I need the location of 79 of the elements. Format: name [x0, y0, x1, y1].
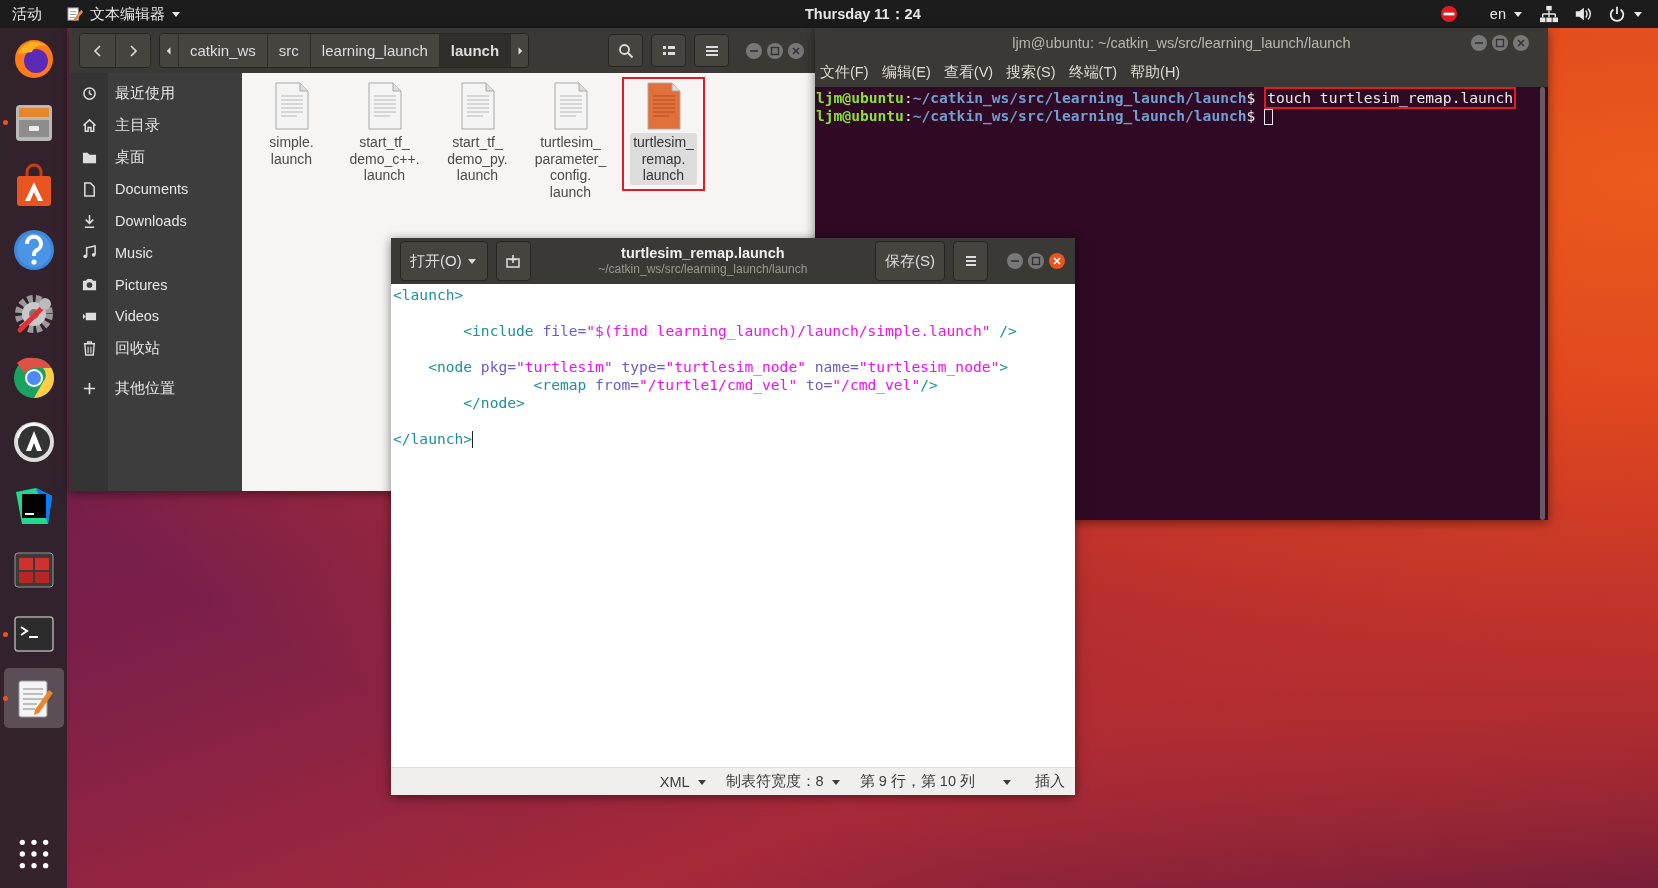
menu-item[interactable]: 编辑(E) [881, 63, 931, 82]
download-icon [82, 213, 97, 229]
menu-button[interactable] [694, 34, 729, 67]
file-path: ~/catkin_ws/src/learning_launch/launch [598, 261, 808, 277]
file-item[interactable]: turtlesim_ remap. launch [622, 77, 705, 191]
search-icon [617, 42, 634, 59]
home-icon [82, 118, 97, 134]
sidebar-item[interactable]: 其他位置 [69, 372, 242, 404]
code-line: <remap from="/turtle1/cmd_vel" to="/cmd_vel"/> [532, 376, 939, 394]
open-button[interactable]: 打开(O) [400, 241, 488, 281]
terminal-line: ljm@ubuntu:~/catkin_ws/src/learning_launch/launch$ touch turtlesim_remap.launch [816, 89, 1548, 107]
search-button[interactable] [608, 34, 643, 67]
code-line: </launch> [393, 430, 475, 448]
sidebar-item[interactable]: 主目录 [69, 109, 242, 142]
language-selector[interactable]: XML [659, 773, 708, 790]
document-add-icon [505, 253, 522, 269]
sidebar-item[interactable]: Documents [69, 173, 242, 206]
no-entry-icon[interactable] [1439, 5, 1458, 23]
path-segment[interactable]: launch [438, 34, 511, 67]
view-options-button[interactable] [651, 34, 686, 67]
minimize-button[interactable] [1006, 252, 1024, 270]
file-name: simple. launch [268, 133, 315, 168]
file-item[interactable]: simple. launch [245, 77, 338, 174]
power-icon[interactable] [1608, 5, 1626, 23]
file-item[interactable]: start_tf_ demo_py. launch [431, 77, 524, 191]
menu-item[interactable]: 搜索(S) [1006, 63, 1056, 82]
save-button[interactable]: 保存(S) [875, 241, 945, 281]
file-item[interactable]: turtlesim_ parameter_ config. launch [524, 77, 617, 207]
maximize-button[interactable] [766, 41, 784, 60]
window-title: turtlesim_remap.launch [621, 245, 785, 261]
volume-icon[interactable] [1574, 5, 1592, 23]
document-icon [82, 181, 97, 197]
language-indicator[interactable]: en [1489, 6, 1506, 22]
notepad-icon[interactable] [3, 668, 64, 728]
clock-icon [82, 86, 97, 102]
maximize-button[interactable] [1491, 34, 1509, 52]
code-line: <node pkg="turtlesim" type="turtlesim_node" name="turtlesim_node"> [427, 358, 1010, 376]
activities-button[interactable]: 活动 [12, 4, 42, 24]
sidebar-item[interactable]: Downloads [69, 205, 242, 237]
sidebar-item[interactable]: 回收站 [69, 332, 242, 365]
scrollbar[interactable] [1540, 87, 1545, 520]
sidebar-item[interactable]: Videos [69, 300, 242, 333]
path-scroll-button[interactable] [510, 34, 529, 67]
menu-button[interactable] [953, 241, 988, 281]
sidebar-item[interactable]: Pictures [69, 268, 242, 301]
file-name: turtlesim_ remap. launch [630, 133, 697, 185]
new-document-button[interactable] [495, 241, 531, 281]
camera-icon [82, 277, 97, 293]
notepad-icon [66, 4, 85, 24]
window-title: ljm@ubuntu: ~/catkin_ws/src/learning_launch/launch [1012, 35, 1351, 51]
tab-width-selector[interactable]: 制表符宽度：8 [725, 772, 842, 791]
menu-item[interactable]: 帮助(H) [1130, 63, 1181, 82]
sidebar-item[interactable]: 最近使用 [69, 78, 242, 110]
menu-item[interactable]: 终端(T) [1068, 63, 1118, 82]
clock[interactable]: Thursday 11：24 [805, 4, 921, 24]
forward-button[interactable] [115, 34, 150, 67]
file-name: start_tf_ demo_c++. launch [348, 133, 421, 185]
network-icon[interactable] [1540, 5, 1558, 23]
code-line: </node> [462, 394, 526, 412]
minimize-button[interactable] [745, 41, 763, 60]
code-line: <include file="$(find learning_launch)/launch/simple.launch" /> [462, 322, 1018, 340]
sidebar-item[interactable]: 桌面 [69, 141, 242, 174]
plus-icon [82, 380, 97, 396]
cursor-position-selector[interactable]: 第 9 行，第 10 列 [859, 772, 1013, 791]
file-item[interactable]: start_tf_ demo_c++. launch [338, 77, 431, 191]
menu-item[interactable]: 查看(V) [943, 63, 994, 82]
music-icon [82, 245, 97, 261]
insert-mode: 插入 [1035, 772, 1065, 791]
sidebar-item[interactable]: Music [69, 237, 242, 269]
close-button[interactable] [1048, 252, 1066, 270]
file-name: turtlesim_ parameter_ config. launch [533, 133, 608, 201]
folder-icon [82, 150, 97, 165]
menu-item[interactable]: 文件(F) [820, 63, 869, 82]
app-menu[interactable]: 文本编辑器 [90, 4, 165, 24]
code-line: <launch> [393, 286, 465, 304]
trash-icon [82, 340, 97, 356]
minimize-button[interactable] [1470, 34, 1488, 52]
file-name: start_tf_ demo_py. launch [446, 133, 509, 185]
terminal-line: ljm@ubuntu:~/catkin_ws/src/learning_launch/launch$ [816, 107, 1548, 125]
